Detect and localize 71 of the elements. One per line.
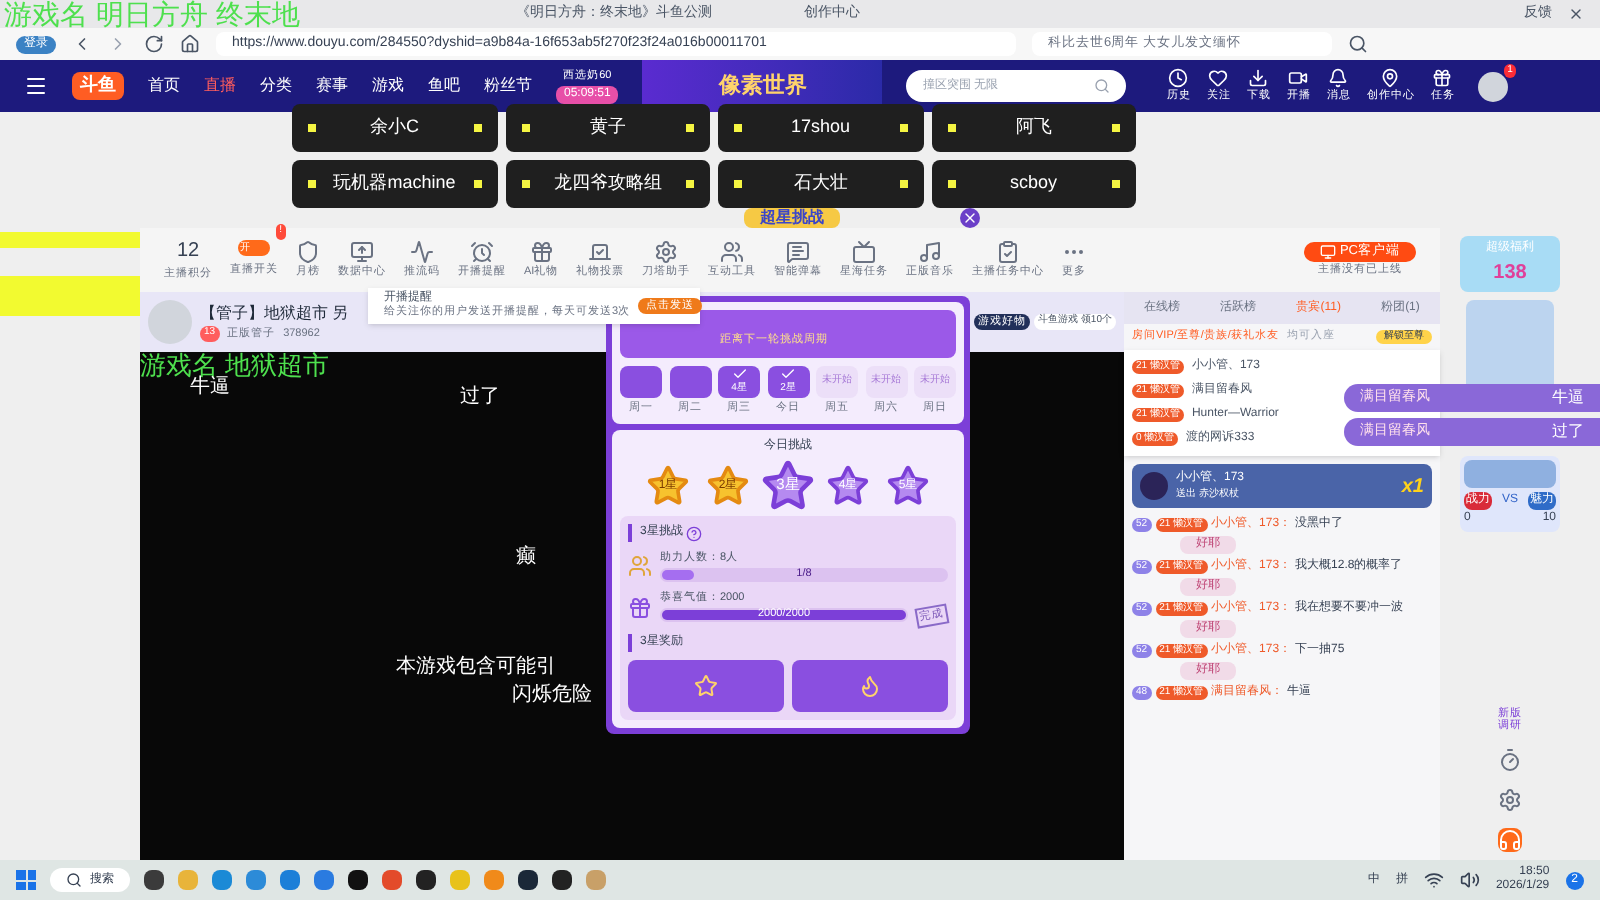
streamer-tag[interactable]: 玩机器machine — [292, 160, 497, 208]
highlight-bar — [0, 276, 140, 316]
reload-icon[interactable] — [144, 34, 164, 54]
heart-icon — [1208, 67, 1229, 88]
video-text: 本游戏包含可能引 — [396, 653, 556, 682]
monitor-icon — [350, 239, 374, 264]
waveform-icon — [410, 239, 434, 264]
shield-icon — [296, 239, 320, 264]
ballot-box-icon — [588, 239, 613, 264]
avatar[interactable] — [1478, 71, 1509, 101]
nav-item[interactable]: 赛事 — [316, 74, 348, 98]
video-caption: 游戏名 地狱超市 — [140, 352, 330, 378]
video-text: 过了 — [460, 383, 500, 412]
streamer-tag[interactable]: 17shou — [718, 104, 923, 152]
bell-icon — [1328, 67, 1349, 88]
score-value: 12 — [176, 238, 200, 267]
message-icon — [786, 239, 811, 264]
close-icon[interactable] — [1568, 6, 1584, 22]
gift-icon — [1432, 67, 1453, 88]
star-icon — [694, 674, 718, 698]
video-camera-icon — [1288, 67, 1309, 88]
help-icon[interactable] — [686, 525, 703, 542]
volume-icon[interactable] — [1459, 870, 1480, 890]
download-icon — [1248, 67, 1269, 88]
menu-icon[interactable] — [24, 74, 48, 98]
gear-icon — [654, 239, 679, 264]
gift-icon — [628, 595, 652, 620]
streamer-tag[interactable]: scboy — [931, 160, 1136, 208]
search-icon — [66, 872, 82, 888]
people-icon — [720, 239, 745, 264]
flame-icon — [858, 674, 882, 698]
map-pin-icon — [1380, 67, 1401, 88]
streamer-tag[interactable]: 黄子 — [505, 104, 710, 152]
user-avatar — [1140, 472, 1168, 500]
nav-item[interactable]: 鱼吧 — [428, 74, 460, 98]
room-title: 【管子】地狱超市 另 — [200, 301, 349, 326]
streamer-tag[interactable]: 龙四爷攻略组 — [505, 160, 710, 208]
clipboard-icon — [996, 239, 1021, 264]
video-text: 癫 — [516, 543, 536, 572]
clock-icon — [1168, 67, 1189, 88]
nav-item[interactable]: 粉丝节 — [484, 74, 532, 98]
video-text: 闪烁危险 — [512, 682, 592, 710]
headset-icon[interactable] — [1498, 828, 1522, 852]
nav-item[interactable]: 分类 — [260, 74, 292, 98]
alarm-clock-icon — [470, 239, 494, 264]
nav-item[interactable]: 游戏 — [372, 74, 404, 98]
start-icon[interactable] — [16, 870, 36, 890]
overlay-caption: 游戏名 明日方舟 终末地 — [4, 0, 300, 28]
streamer-avatar — [148, 300, 192, 344]
network-icon[interactable] — [1423, 870, 1444, 890]
monitor-icon — [1319, 243, 1336, 260]
music-note-icon — [918, 239, 943, 264]
nav-item[interactable]: 首页 — [148, 74, 180, 98]
video-text: 牛逼 — [190, 375, 230, 402]
streamer-tag[interactable]: 石大壮 — [718, 160, 923, 208]
search-icon[interactable] — [1348, 34, 1368, 54]
streamer-tag[interactable]: 余小C — [292, 104, 497, 152]
check-icon — [780, 366, 796, 383]
people-icon — [628, 553, 652, 578]
check-icon — [731, 366, 747, 383]
settings-icon[interactable] — [1498, 788, 1522, 812]
gift-count: x1 — [1401, 473, 1424, 501]
home-icon[interactable] — [180, 34, 200, 54]
event-title: 超星挑战 — [744, 208, 840, 228]
streamer-tag[interactable]: 阿飞 — [931, 104, 1136, 152]
close-icon[interactable] — [960, 208, 980, 228]
timer-icon[interactable] — [1498, 748, 1522, 772]
highlight-bar — [0, 232, 140, 248]
nav-item[interactable]: 直播 — [204, 74, 236, 98]
tv-icon — [852, 239, 877, 264]
gift-icon — [529, 239, 554, 264]
